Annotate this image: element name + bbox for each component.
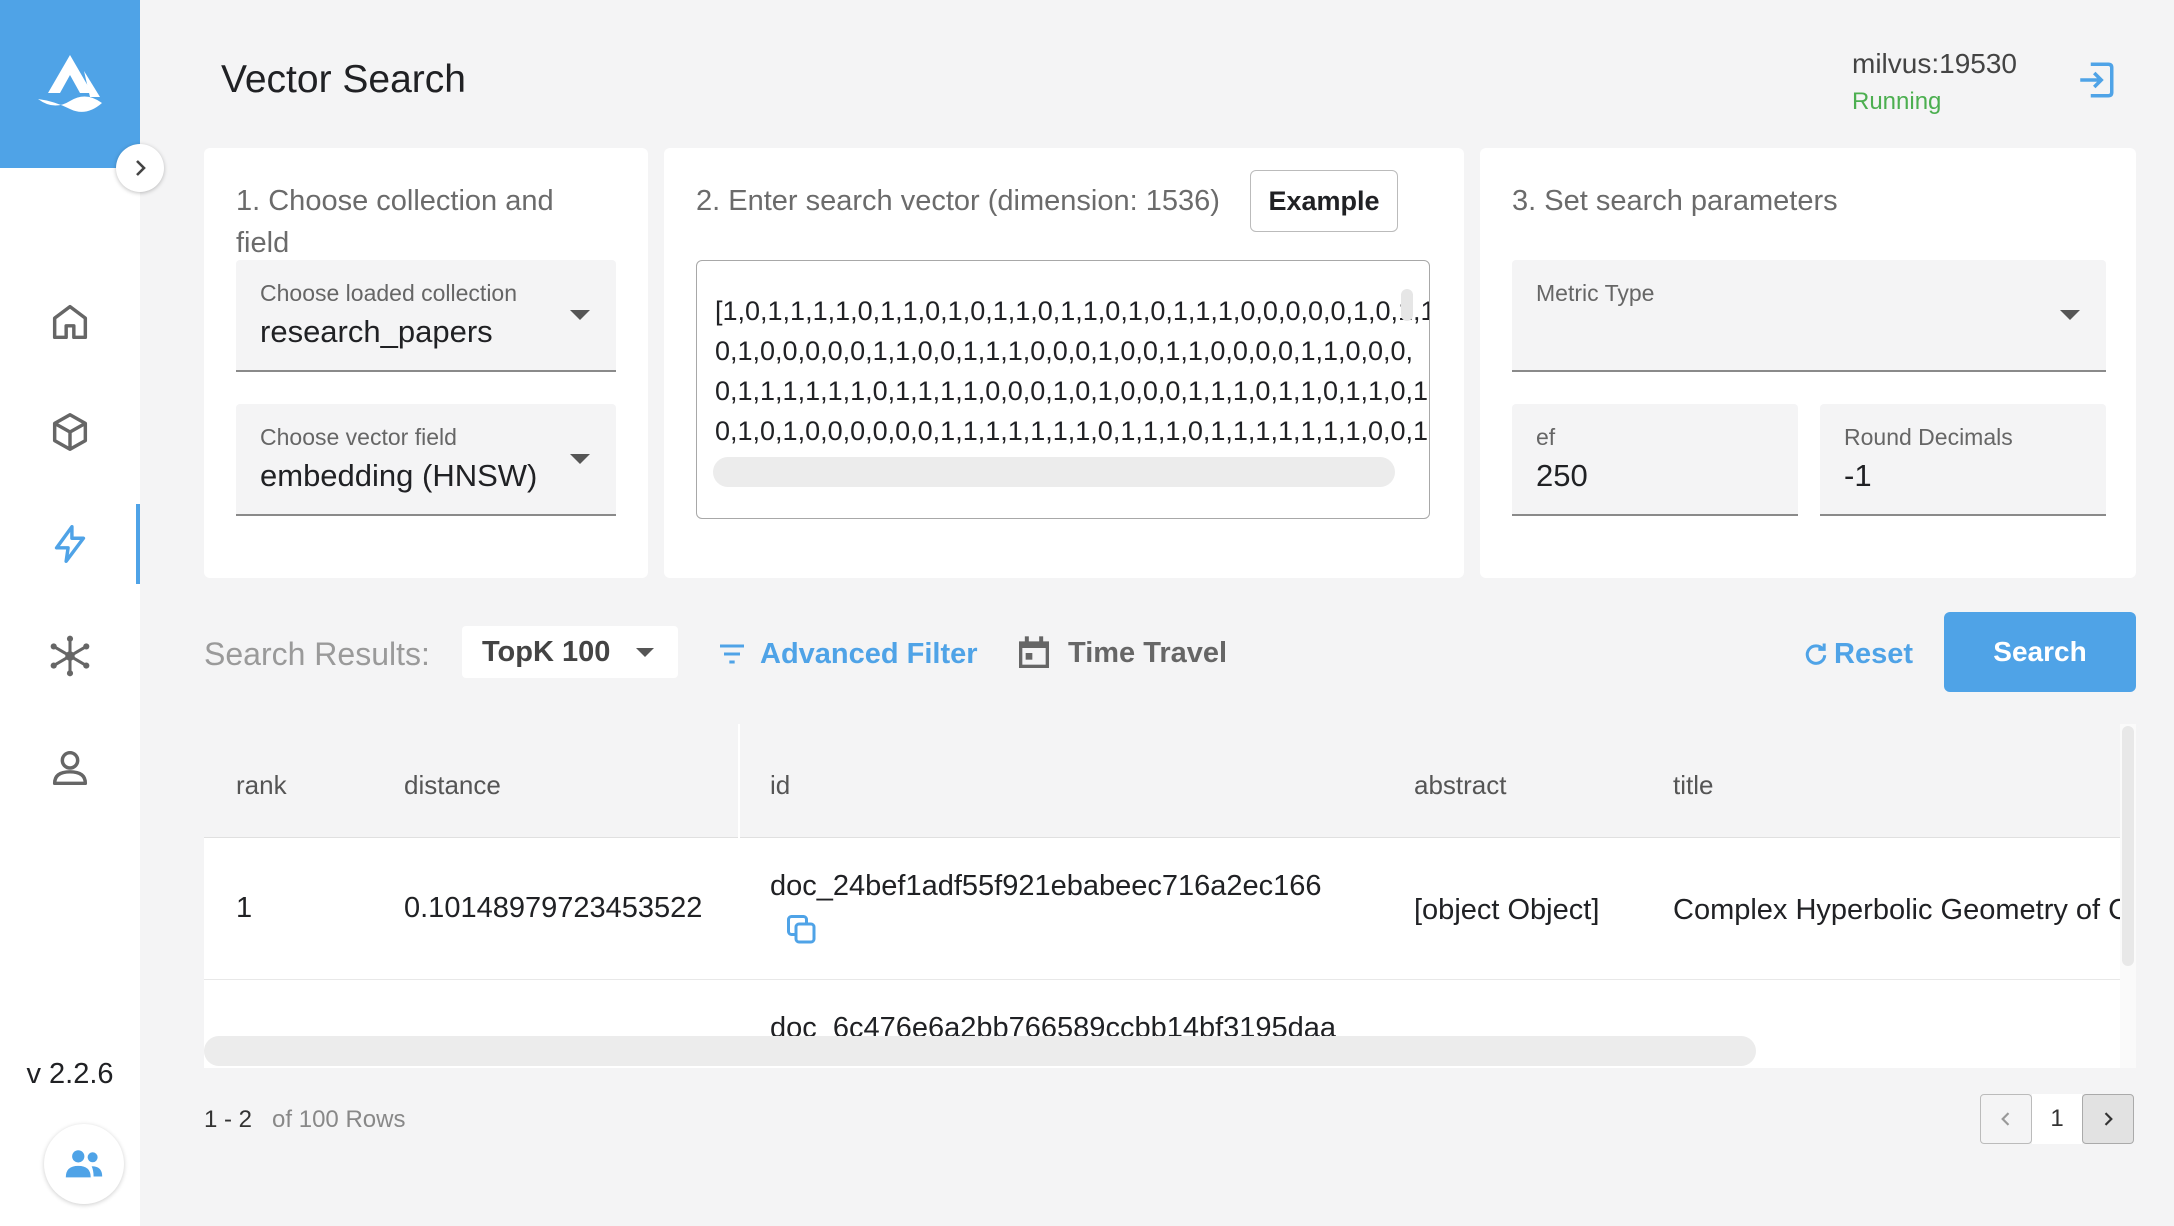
parameters-card: 3. Set search parameters Metric Type ef …	[1480, 148, 2136, 578]
milvus-logo-icon	[38, 55, 102, 112]
rows-range: 1 - 2	[204, 1106, 253, 1133]
chevron-right-icon	[136, 160, 146, 176]
sidebar-item-system[interactable]	[0, 616, 140, 696]
milvus-logo[interactable]	[0, 0, 140, 168]
network-icon	[50, 635, 90, 677]
column-divider	[738, 724, 740, 838]
logout-button[interactable]	[2072, 56, 2120, 104]
vector-line: [1,0,1,1,1,1,0,1,1,0,1,0,1,1,0,1,1,0,1,0…	[715, 296, 1430, 326]
reset-button[interactable]: Reset	[1802, 632, 1913, 676]
collection-card: 1. Choose collection and field Choose lo…	[204, 148, 648, 578]
chevron-left-icon	[2001, 1112, 2010, 1126]
vector-line: 0,1,1,1,1,1,1,0,1,1,1,1,0,0,0,1,0,1,0,0,…	[715, 376, 1430, 406]
search-results-label: Search Results:	[204, 636, 430, 672]
collection-select-value: research_papers	[260, 314, 493, 349]
round-decimals-value: -1	[1844, 458, 1872, 493]
search-vector-input[interactable]: [1,0,1,1,1,1,0,1,1,0,1,0,1,1,0,1,1,0,1,0…	[696, 260, 1430, 519]
table-vertical-scroll-track	[2120, 724, 2136, 1068]
calendar-icon	[1019, 636, 1049, 668]
server-address: milvus:19530	[1852, 48, 2017, 79]
results-table: rank distance id abstract title 1 0.1014…	[204, 724, 2136, 1068]
sidebar-item-collections[interactable]	[0, 392, 140, 472]
table-row[interactable]: 1 0.10148979723453522 doc_24bef1adf55f92…	[204, 838, 2129, 980]
group-icon	[65, 1150, 103, 1178]
copy-button[interactable]	[784, 912, 820, 953]
refresh-icon	[1805, 643, 1827, 665]
sidebar: v 2.2.6	[0, 0, 140, 1226]
next-page-button[interactable]	[2082, 1094, 2134, 1144]
logout-icon	[2080, 62, 2114, 98]
step2-title: 2. Enter search vector (dimension: 1536)	[696, 185, 1220, 217]
sidebar-item-search[interactable]	[0, 504, 140, 584]
round-decimals-input[interactable]: Round Decimals -1	[1820, 404, 2106, 516]
metric-type-label: Metric Type	[1536, 280, 1655, 306]
vector-line: 0,1,0,1,0,0,0,0,0,0,1,1,1,1,1,1,1,0,1,1,…	[715, 416, 1430, 446]
column-header-title[interactable]: title	[1673, 770, 1713, 801]
ef-label: ef	[1536, 424, 1556, 450]
step3-title: 3. Set search parameters	[1512, 185, 1838, 217]
rows-info: 1 - 2 of 100 Rows	[204, 1106, 405, 1134]
cell-abstract: [object Object]	[1414, 894, 1600, 926]
cell-distance: 0.10148979723453522	[404, 892, 703, 924]
table-header: rank distance id abstract title	[204, 724, 2120, 838]
copy-icon	[787, 915, 816, 944]
pagination: 1	[1980, 1094, 2134, 1144]
user-icon	[52, 750, 88, 786]
vector-field-value: embedding (HNSW)	[260, 458, 538, 493]
round-decimals-label: Round Decimals	[1844, 424, 2013, 450]
current-page[interactable]: 1	[2032, 1094, 2082, 1144]
chevron-down-icon	[636, 648, 654, 657]
column-header-rank[interactable]: rank	[236, 770, 287, 801]
vector-field-label: Choose vector field	[260, 424, 457, 450]
collection-select[interactable]: Choose loaded collection research_papers	[236, 260, 616, 372]
cell-id: doc_24bef1adf55f921ebabeec716a2ec166	[770, 870, 1322, 902]
chevron-right-icon	[2104, 1112, 2113, 1126]
table-vertical-scrollbar[interactable]	[2122, 726, 2134, 966]
column-header-abstract[interactable]: abstract	[1414, 770, 1507, 801]
example-button[interactable]: Example	[1250, 170, 1398, 232]
lightning-icon	[54, 525, 86, 563]
sidebar-item-users[interactable]	[0, 728, 140, 808]
vector-line: 0,1,0,0,0,0,0,1,1,0,0,1,1,1,0,0,0,1,0,0,…	[715, 336, 1414, 366]
sidebar-expand-button[interactable]	[116, 144, 164, 192]
team-button[interactable]	[44, 1124, 124, 1204]
advanced-filter-label: Advanced Filter	[760, 637, 978, 670]
ef-input[interactable]: ef 250	[1512, 404, 1798, 516]
ef-value: 250	[1536, 458, 1588, 493]
column-header-id[interactable]: id	[770, 770, 790, 801]
topk-value: TopK 100	[482, 636, 611, 668]
vector-field-select[interactable]: Choose vector field embedding (HNSW)	[236, 404, 616, 516]
prev-page-button[interactable]	[1980, 1094, 2032, 1144]
topk-select[interactable]: TopK 100	[462, 626, 678, 678]
version-label: v 2.2.6	[26, 1058, 114, 1090]
column-header-distance[interactable]: distance	[404, 770, 501, 801]
vector-vertical-scrollbar[interactable]	[1401, 289, 1413, 321]
advanced-filter-button[interactable]: Advanced Filter	[712, 632, 978, 676]
collection-select-label: Choose loaded collection	[260, 280, 518, 306]
reset-label: Reset	[1834, 637, 1913, 670]
chevron-down-icon	[2060, 310, 2080, 320]
page-title: Vector Search	[221, 58, 466, 101]
chevron-down-icon	[570, 454, 590, 464]
rows-total: of 100 Rows	[272, 1106, 406, 1133]
cube-icon	[52, 413, 88, 451]
filter-icon	[720, 644, 744, 664]
sidebar-item-home[interactable]	[0, 282, 140, 362]
vector-horizontal-scrollbar[interactable]	[713, 457, 1395, 487]
search-vector-text: [1,0,1,1,1,1,0,1,1,0,1,0,1,1,0,1,1,0,1,0…	[715, 291, 1430, 451]
home-icon	[52, 304, 88, 340]
cell-rank: 1	[236, 892, 253, 924]
server-status: Running	[1852, 88, 1942, 115]
time-travel-button[interactable]: Time Travel	[1014, 628, 1227, 678]
step1-title: 1. Choose collection and field	[236, 185, 554, 259]
chevron-down-icon	[570, 310, 590, 320]
cell-title: Complex Hyperbolic Geometry of C	[1673, 894, 2130, 926]
time-travel-label: Time Travel	[1068, 636, 1228, 669]
table-horizontal-scrollbar[interactable]	[204, 1036, 1756, 1066]
metric-type-select[interactable]: Metric Type	[1512, 260, 2106, 372]
search-button[interactable]: Search	[1944, 612, 2136, 692]
